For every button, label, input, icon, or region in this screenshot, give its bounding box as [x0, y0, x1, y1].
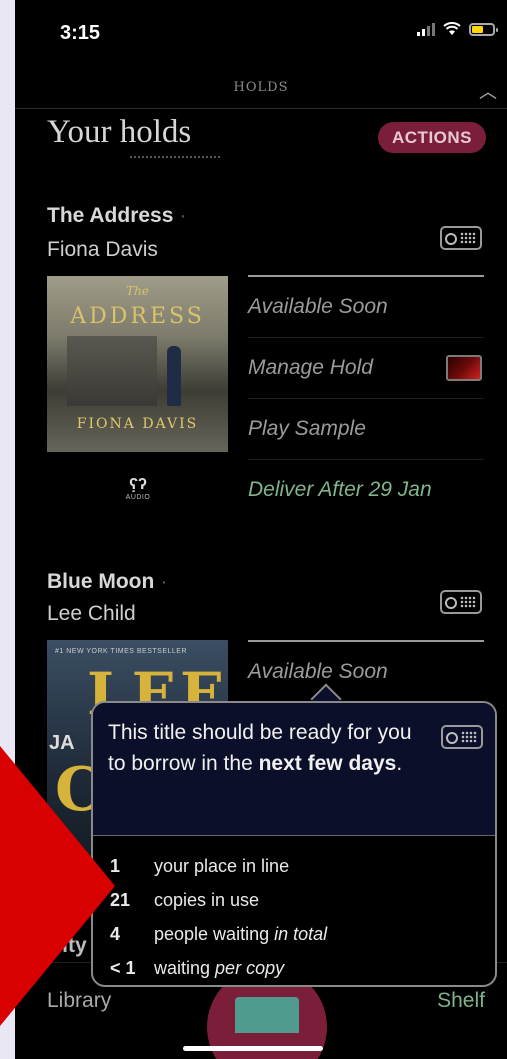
actions-button[interactable]: ACTIONS	[378, 122, 486, 153]
clock-icon	[445, 233, 457, 245]
hold-info-tooltip[interactable]: This title should be ready for you to bo…	[91, 701, 497, 987]
header-title: HOLDS	[233, 80, 289, 95]
book-title-blue-moon[interactable]: Blue Moon ·	[47, 570, 167, 594]
signal-icon	[417, 22, 435, 36]
cover-banner: #1 NEW YORK TIMES BESTSELLER	[55, 648, 188, 655]
stat-place-in-line: 1 your place in line	[110, 849, 327, 883]
hold-stats: 1 your place in line 21 copies in use 4 peo…	[110, 849, 327, 985]
book-cover-the-address[interactable]: The ADDRESS FIONA DAVIS	[47, 276, 228, 452]
book-title-text: The Address	[47, 204, 174, 227]
stat-people-waiting: 4 people waiting in total	[110, 917, 327, 951]
menu-item-label: Manage Hold	[248, 356, 373, 379]
stat-text: your place in line	[154, 855, 290, 876]
cover-figure	[167, 346, 181, 406]
cover-author: FIONA DAVIS	[76, 416, 199, 432]
stat-italic: in total	[274, 923, 328, 944]
menu-item-available-soon[interactable]: Available Soon	[248, 277, 484, 338]
separator-dot: ·	[179, 204, 187, 227]
status-time: 3:15	[60, 22, 101, 44]
page-title: Your holds	[47, 114, 192, 150]
home-indicator[interactable]	[183, 1046, 323, 1051]
audio-badge: ʕ̣ʔ AUDIO	[123, 476, 153, 501]
hold-status-icon[interactable]	[440, 590, 482, 614]
tooltip-message: This title should be ready for you to bo…	[108, 717, 428, 779]
manage-hold-icon	[446, 355, 482, 381]
book-menu-blue-moon: Available Soon	[248, 640, 484, 703]
clock-icon	[446, 732, 458, 744]
annotation-arrow	[0, 746, 115, 1026]
menu-item-available-soon[interactable]: Available Soon	[248, 642, 484, 703]
stat-italic: per copy	[215, 957, 285, 978]
stat-text: waiting	[154, 957, 211, 978]
cover-building	[67, 336, 157, 406]
clock-icon	[445, 597, 457, 609]
book-title-text: Blue Moon	[47, 570, 155, 593]
stat-copies-in-use: 21 copies in use	[110, 883, 327, 917]
hold-status-icon[interactable]	[440, 226, 482, 250]
header-bar: HOLDS ︿	[15, 72, 507, 109]
chevron-up-icon[interactable]: ︿	[479, 78, 497, 104]
book-author[interactable]: Lee Child	[47, 602, 136, 626]
tab-shelf[interactable]: Shelf	[437, 989, 485, 1013]
menu-item-deliver-after[interactable]: Deliver After 29 Jan	[248, 460, 484, 520]
hold-status-icon	[441, 725, 483, 749]
separator-dot: ·	[160, 570, 168, 593]
cover-small-text: The	[126, 284, 149, 298]
dots-grid	[460, 596, 476, 608]
dots-grid	[461, 731, 477, 743]
stat-number: < 1	[110, 957, 136, 978]
cover-title: ADDRESS	[70, 304, 205, 329]
book-author[interactable]: Fiona Davis	[47, 238, 158, 262]
stat-number: 1	[110, 855, 121, 876]
title-underline	[130, 156, 220, 158]
status-icons	[417, 22, 498, 36]
book-icon	[235, 997, 299, 1033]
dots-grid	[460, 232, 476, 244]
wifi-icon	[443, 22, 461, 35]
tooltip-message-end: .	[396, 752, 403, 775]
book-menu-the-address: Available Soon Manage Hold Play Sample D…	[248, 275, 484, 520]
menu-item-manage-hold[interactable]: Manage Hold	[248, 338, 484, 399]
tooltip-divider	[93, 835, 495, 836]
stat-number: 21	[110, 889, 131, 910]
stat-text: people waiting	[154, 923, 270, 944]
audio-label: AUDIO	[125, 494, 151, 501]
stat-text: copies in use	[154, 889, 260, 910]
tooltip-message-bold: next few days	[258, 752, 397, 775]
book-title-the-address[interactable]: The Address ·	[47, 204, 186, 228]
stat-waiting-per-copy: < 1 waiting per copy	[110, 951, 327, 985]
audio-icon: ʕ̣ʔ	[129, 476, 147, 493]
stat-number: 4	[110, 923, 121, 944]
menu-item-play-sample[interactable]: Play Sample	[248, 399, 484, 460]
battery-icon	[469, 22, 498, 36]
